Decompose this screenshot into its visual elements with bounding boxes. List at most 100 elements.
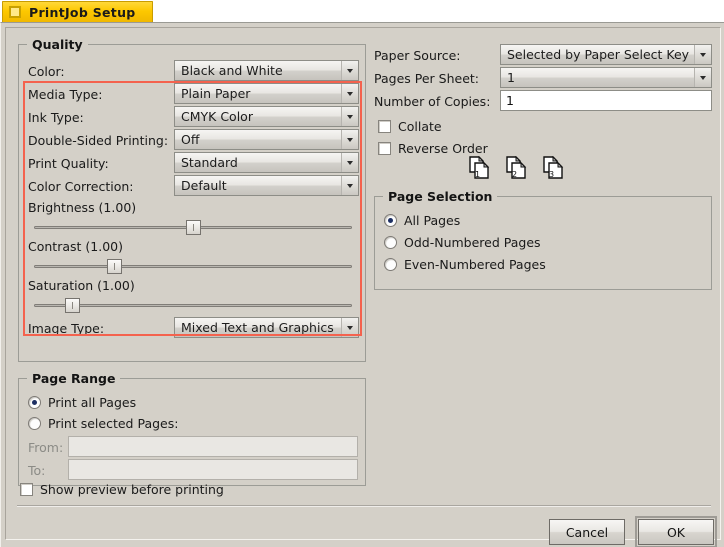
media-type-select-value: Plain Paper [181, 86, 251, 101]
checkbox-indicator [378, 142, 391, 155]
radio-indicator [384, 236, 397, 249]
tab-printjob-setup[interactable]: PrintJob Setup [2, 1, 153, 22]
color-correction-select[interactable]: Default [174, 175, 359, 196]
radio-indicator [384, 214, 397, 227]
ink-type-label: Ink Type: [28, 110, 84, 125]
number-of-copies-input[interactable]: 1 [500, 90, 712, 111]
radio-print-all-pages-label: Print all Pages [48, 395, 137, 410]
radio-indicator [28, 417, 41, 430]
cancel-button[interactable]: Cancel [549, 519, 625, 545]
color-correction-label: Color Correction: [28, 179, 134, 194]
chevron-down-icon[interactable] [341, 318, 358, 337]
color-select-value: Black and White [181, 63, 283, 78]
print-quality-select[interactable]: Standard [174, 152, 359, 173]
print-quality-select-value: Standard [181, 155, 238, 170]
radio-even-numbered-pages[interactable]: Even-Numbered Pages [384, 257, 546, 272]
checkbox-show-preview-label: Show preview before printing [40, 482, 224, 497]
svg-text:2: 2 [512, 170, 517, 179]
svg-text:1: 1 [475, 170, 480, 179]
brightness-slider-handle[interactable] [186, 220, 201, 235]
image-type-select[interactable]: Mixed Text and Graphics [174, 317, 359, 338]
color-correction-select-value: Default [181, 178, 227, 193]
ok-button[interactable]: OK [635, 516, 717, 547]
chevron-down-icon[interactable] [341, 61, 358, 80]
number-of-copies-label: Number of Copies: [374, 94, 491, 109]
radio-odd-numbered-pages-label: Odd-Numbered Pages [404, 235, 541, 250]
saturation-label: Saturation (1.00) [28, 278, 135, 293]
cancel-button-label: Cancel [565, 524, 609, 540]
double-sided-printing-select-value: Off [181, 132, 200, 147]
page-stack-icon-2: 2 2 [506, 156, 527, 179]
saturation-slider-handle[interactable] [65, 298, 81, 313]
checkbox-collate-label: Collate [398, 119, 442, 134]
quality-legend: Quality [27, 37, 88, 52]
saturation-slider-track [34, 304, 352, 307]
page-selection-legend: Page Selection [383, 189, 498, 204]
pages-per-sheet-select-value: 1 [507, 70, 515, 85]
color-select[interactable]: Black and White [174, 60, 359, 81]
paper-source-select[interactable]: Selected by Paper Select Key [500, 44, 712, 65]
radio-indicator [28, 396, 41, 409]
image-type-label: Image Type: [28, 321, 105, 336]
from-label: From: [28, 440, 64, 455]
radio-odd-numbered-pages[interactable]: Odd-Numbered Pages [384, 235, 541, 250]
color-label: Color: [28, 64, 65, 79]
saturation-slider[interactable] [34, 297, 352, 313]
chevron-down-icon[interactable] [341, 84, 358, 103]
radio-indicator [384, 258, 397, 271]
window-icon [9, 6, 21, 18]
svg-text:3: 3 [549, 170, 554, 179]
from-input[interactable] [68, 436, 358, 457]
double-sided-printing-select[interactable]: Off [174, 129, 359, 150]
chevron-down-icon[interactable] [341, 130, 358, 149]
ink-type-select[interactable]: CMYK Color [174, 106, 359, 127]
brightness-slider[interactable] [34, 219, 352, 235]
image-type-select-value: Mixed Text and Graphics [181, 320, 334, 335]
print-quality-label: Print Quality: [28, 156, 109, 171]
pages-per-sheet-label: Pages Per Sheet: [374, 71, 479, 86]
checkbox-collate[interactable]: Collate [378, 119, 442, 134]
chevron-down-icon[interactable] [694, 45, 711, 64]
pages-per-sheet-select[interactable]: 1 [500, 67, 712, 88]
radio-print-all-pages[interactable]: Print all Pages [28, 395, 136, 410]
contrast-label: Contrast (1.00) [28, 239, 123, 254]
double-sided-printing-label: Double-Sided Printing: [28, 133, 169, 148]
contrast-slider[interactable] [34, 258, 352, 274]
number-of-copies-value: 1 [506, 93, 514, 108]
ok-button-label: OK [666, 524, 686, 540]
collate-preview-icons: 1 1 2 2 3 [467, 156, 567, 180]
page-stack-icon-1: 1 1 [469, 156, 490, 179]
radio-print-selected-pages[interactable]: Print selected Pages: [28, 416, 178, 431]
checkbox-reverse-order[interactable]: Reverse Order [378, 141, 488, 156]
paper-source-select-value: Selected by Paper Select Key [507, 47, 690, 62]
radio-all-pages-label: All Pages [404, 213, 461, 228]
page-stack-icon-3: 3 3 [543, 156, 564, 179]
to-label: To: [28, 463, 46, 478]
tab-strip: PrintJob Setup [0, 0, 724, 22]
brightness-label: Brightness (1.00) [28, 200, 137, 215]
dialog-panel: Quality Color: Black and White Media Typ… [5, 27, 721, 547]
media-type-select[interactable]: Plain Paper [174, 83, 359, 104]
radio-print-selected-pages-label: Print selected Pages: [48, 416, 179, 431]
print-dialog-window: PrintJob Setup Quality Color: Black and … [0, 0, 724, 547]
media-type-label: Media Type: [28, 87, 103, 102]
window-title: PrintJob Setup [29, 4, 136, 20]
dialog-body: Quality Color: Black and White Media Typ… [0, 22, 724, 547]
footer-divider [17, 505, 711, 507]
chevron-down-icon[interactable] [341, 153, 358, 172]
radio-even-numbered-pages-label: Even-Numbered Pages [404, 257, 546, 272]
checkbox-indicator [378, 120, 391, 133]
paper-source-label: Paper Source: [374, 48, 461, 63]
contrast-slider-track [34, 265, 352, 268]
chevron-down-icon[interactable] [341, 107, 358, 126]
checkbox-indicator [20, 483, 33, 496]
ink-type-select-value: CMYK Color [181, 109, 253, 124]
chevron-down-icon[interactable] [341, 176, 358, 195]
chevron-down-icon[interactable] [694, 68, 711, 87]
radio-all-pages[interactable]: All Pages [384, 213, 460, 228]
to-input[interactable] [68, 459, 358, 480]
checkbox-show-preview[interactable]: Show preview before printing [20, 482, 224, 497]
page-range-legend: Page Range [27, 371, 121, 386]
checkbox-reverse-order-label: Reverse Order [398, 141, 488, 156]
contrast-slider-handle[interactable] [106, 259, 122, 274]
